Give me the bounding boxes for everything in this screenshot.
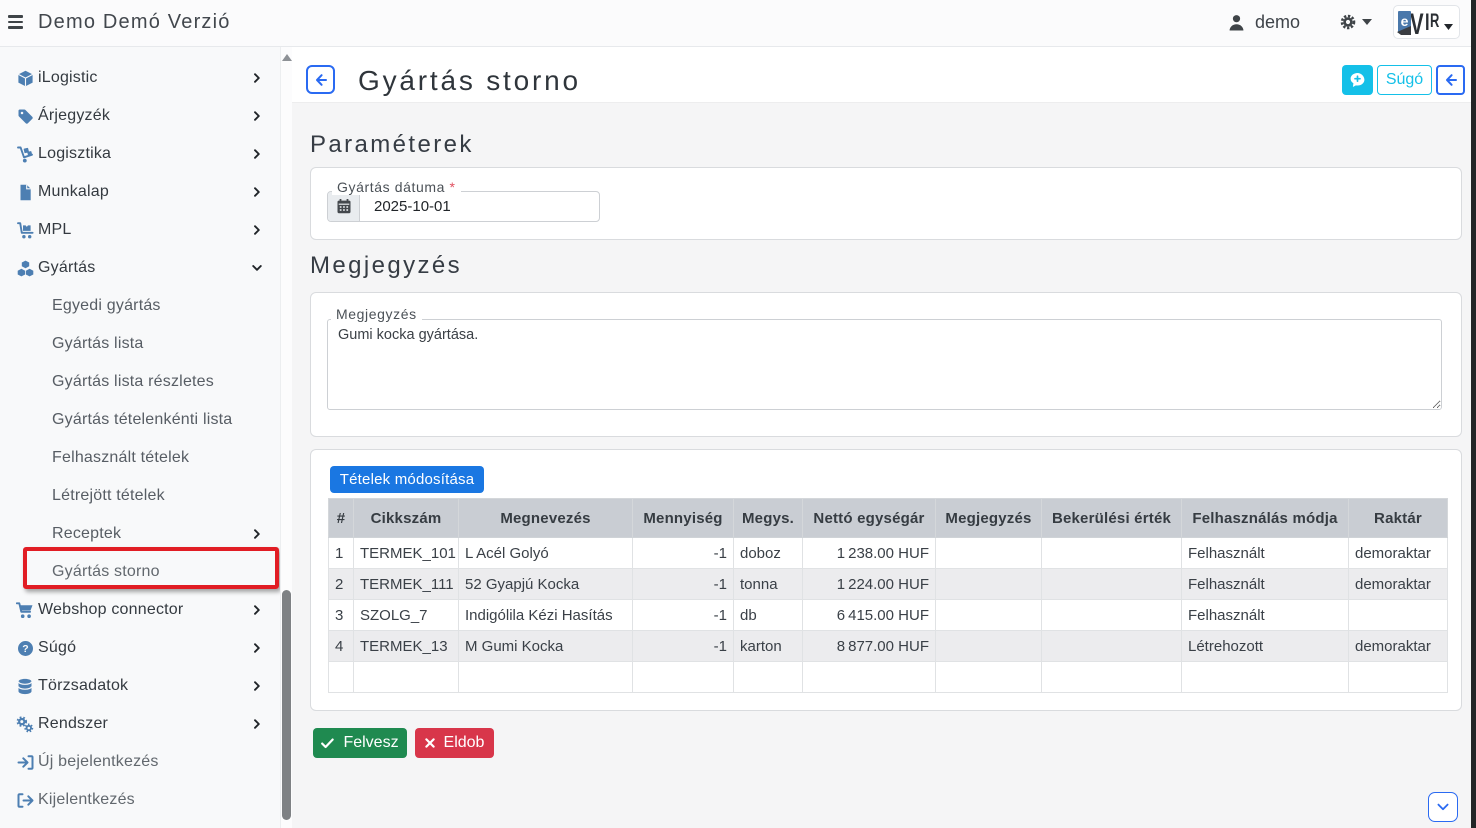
svg-text:?: ? [22, 643, 28, 655]
